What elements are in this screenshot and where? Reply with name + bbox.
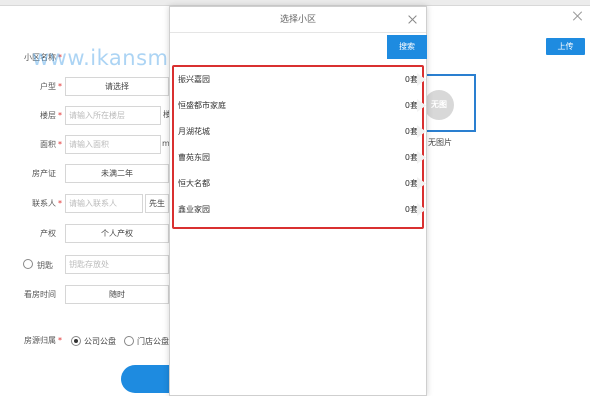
community-search-input[interactable]: [170, 35, 386, 59]
community-item-name: 曹苑东园: [178, 153, 210, 162]
community-item-name: 鑫业家园: [178, 205, 210, 214]
layout-row: 户型 *: [0, 77, 62, 97]
chevron-right-icon: [417, 177, 426, 190]
modal-close-icon[interactable]: [407, 14, 418, 25]
source-label: 房源归属 *: [24, 336, 62, 345]
community-item[interactable]: 恒盛都市家庭 0套: [178, 95, 426, 117]
chevron-right-icon: [417, 151, 426, 164]
key-label: 钥匙: [37, 261, 53, 270]
chevron-right-icon: [417, 203, 426, 216]
floor-row: 楼层 *: [0, 106, 62, 126]
source-store-label: 门店公盘: [137, 337, 169, 346]
layout-label: 户型 *: [40, 82, 62, 91]
ownership-select[interactable]: 个人产权: [65, 224, 169, 243]
source-company-radio[interactable]: [71, 336, 81, 346]
floor-input[interactable]: 请输入所在楼层: [65, 106, 161, 125]
chevron-right-icon: [417, 99, 426, 112]
viewing-label: 看房时间: [24, 290, 56, 299]
cert-select[interactable]: 未满二年: [65, 164, 169, 183]
community-item[interactable]: 恒大名都 0套: [178, 173, 426, 195]
source-company-label: 公司公盘: [84, 337, 116, 346]
source-store-radio[interactable]: [124, 336, 134, 346]
community-item[interactable]: 月湖花城 0套: [178, 121, 426, 143]
viewing-row: 看房时间: [0, 285, 56, 305]
close-icon[interactable]: [572, 10, 584, 22]
community-item-name: 月湖花城: [178, 127, 210, 136]
cert-row: 房产证: [0, 164, 56, 184]
contact-input[interactable]: 请输入联系人: [65, 194, 143, 213]
community-item[interactable]: 鑫业家园 0套: [178, 199, 426, 221]
upload-button[interactable]: 上传: [546, 38, 585, 55]
community-item-name: 恒盛都市家庭: [178, 101, 226, 110]
community-item[interactable]: 曹苑东园 0套: [178, 147, 426, 169]
modal-title: 选择小区: [170, 7, 426, 33]
area-input[interactable]: 请输入面积: [65, 135, 161, 154]
layout-select[interactable]: 请选择: [65, 77, 169, 96]
cert-label: 房产证: [32, 169, 56, 178]
chevron-right-icon: [417, 73, 426, 86]
area-label: 面积 *: [40, 140, 62, 149]
community-item-count: 0套: [404, 205, 418, 214]
community-item[interactable]: 振兴嘉园 0套: [178, 69, 426, 91]
floor-label: 楼层 *: [40, 111, 62, 120]
key-input[interactable]: 钥匙存放处: [65, 255, 169, 274]
community-item-count: 0套: [404, 75, 418, 84]
contact-title-select[interactable]: 先生: [145, 194, 169, 213]
community-item-name: 振兴嘉园: [178, 75, 210, 84]
community-item-name: 恒大名都: [178, 179, 210, 188]
no-image-label: 无图片: [428, 138, 452, 147]
community-item-count: 0套: [404, 179, 418, 188]
viewing-select[interactable]: 随时: [65, 285, 169, 304]
select-community-modal: 选择小区 搜索 振兴嘉园 0套 恒盛都市家庭 0套 月湖花城 0套 曹苑东园 0…: [169, 6, 427, 396]
ownership-row: 产权: [0, 224, 56, 244]
community-item-count: 0套: [404, 127, 418, 136]
key-checkbox[interactable]: [23, 259, 33, 269]
search-button[interactable]: 搜索: [387, 35, 427, 59]
community-list: 振兴嘉园 0套 恒盛都市家庭 0套 月湖花城 0套 曹苑东园 0套 恒大名都 0…: [172, 65, 426, 229]
community-item-count: 0套: [404, 101, 418, 110]
community-item-count: 0套: [404, 153, 418, 162]
ownership-label: 产权: [40, 229, 56, 238]
source-row: 房源归属 *: [0, 331, 62, 351]
chevron-right-icon: [417, 125, 426, 138]
contact-row: 联系人 *: [0, 194, 62, 214]
area-row: 面积 *: [0, 135, 62, 155]
contact-label: 联系人 *: [32, 199, 62, 208]
image-placeholder-icon: 无图: [424, 90, 454, 120]
